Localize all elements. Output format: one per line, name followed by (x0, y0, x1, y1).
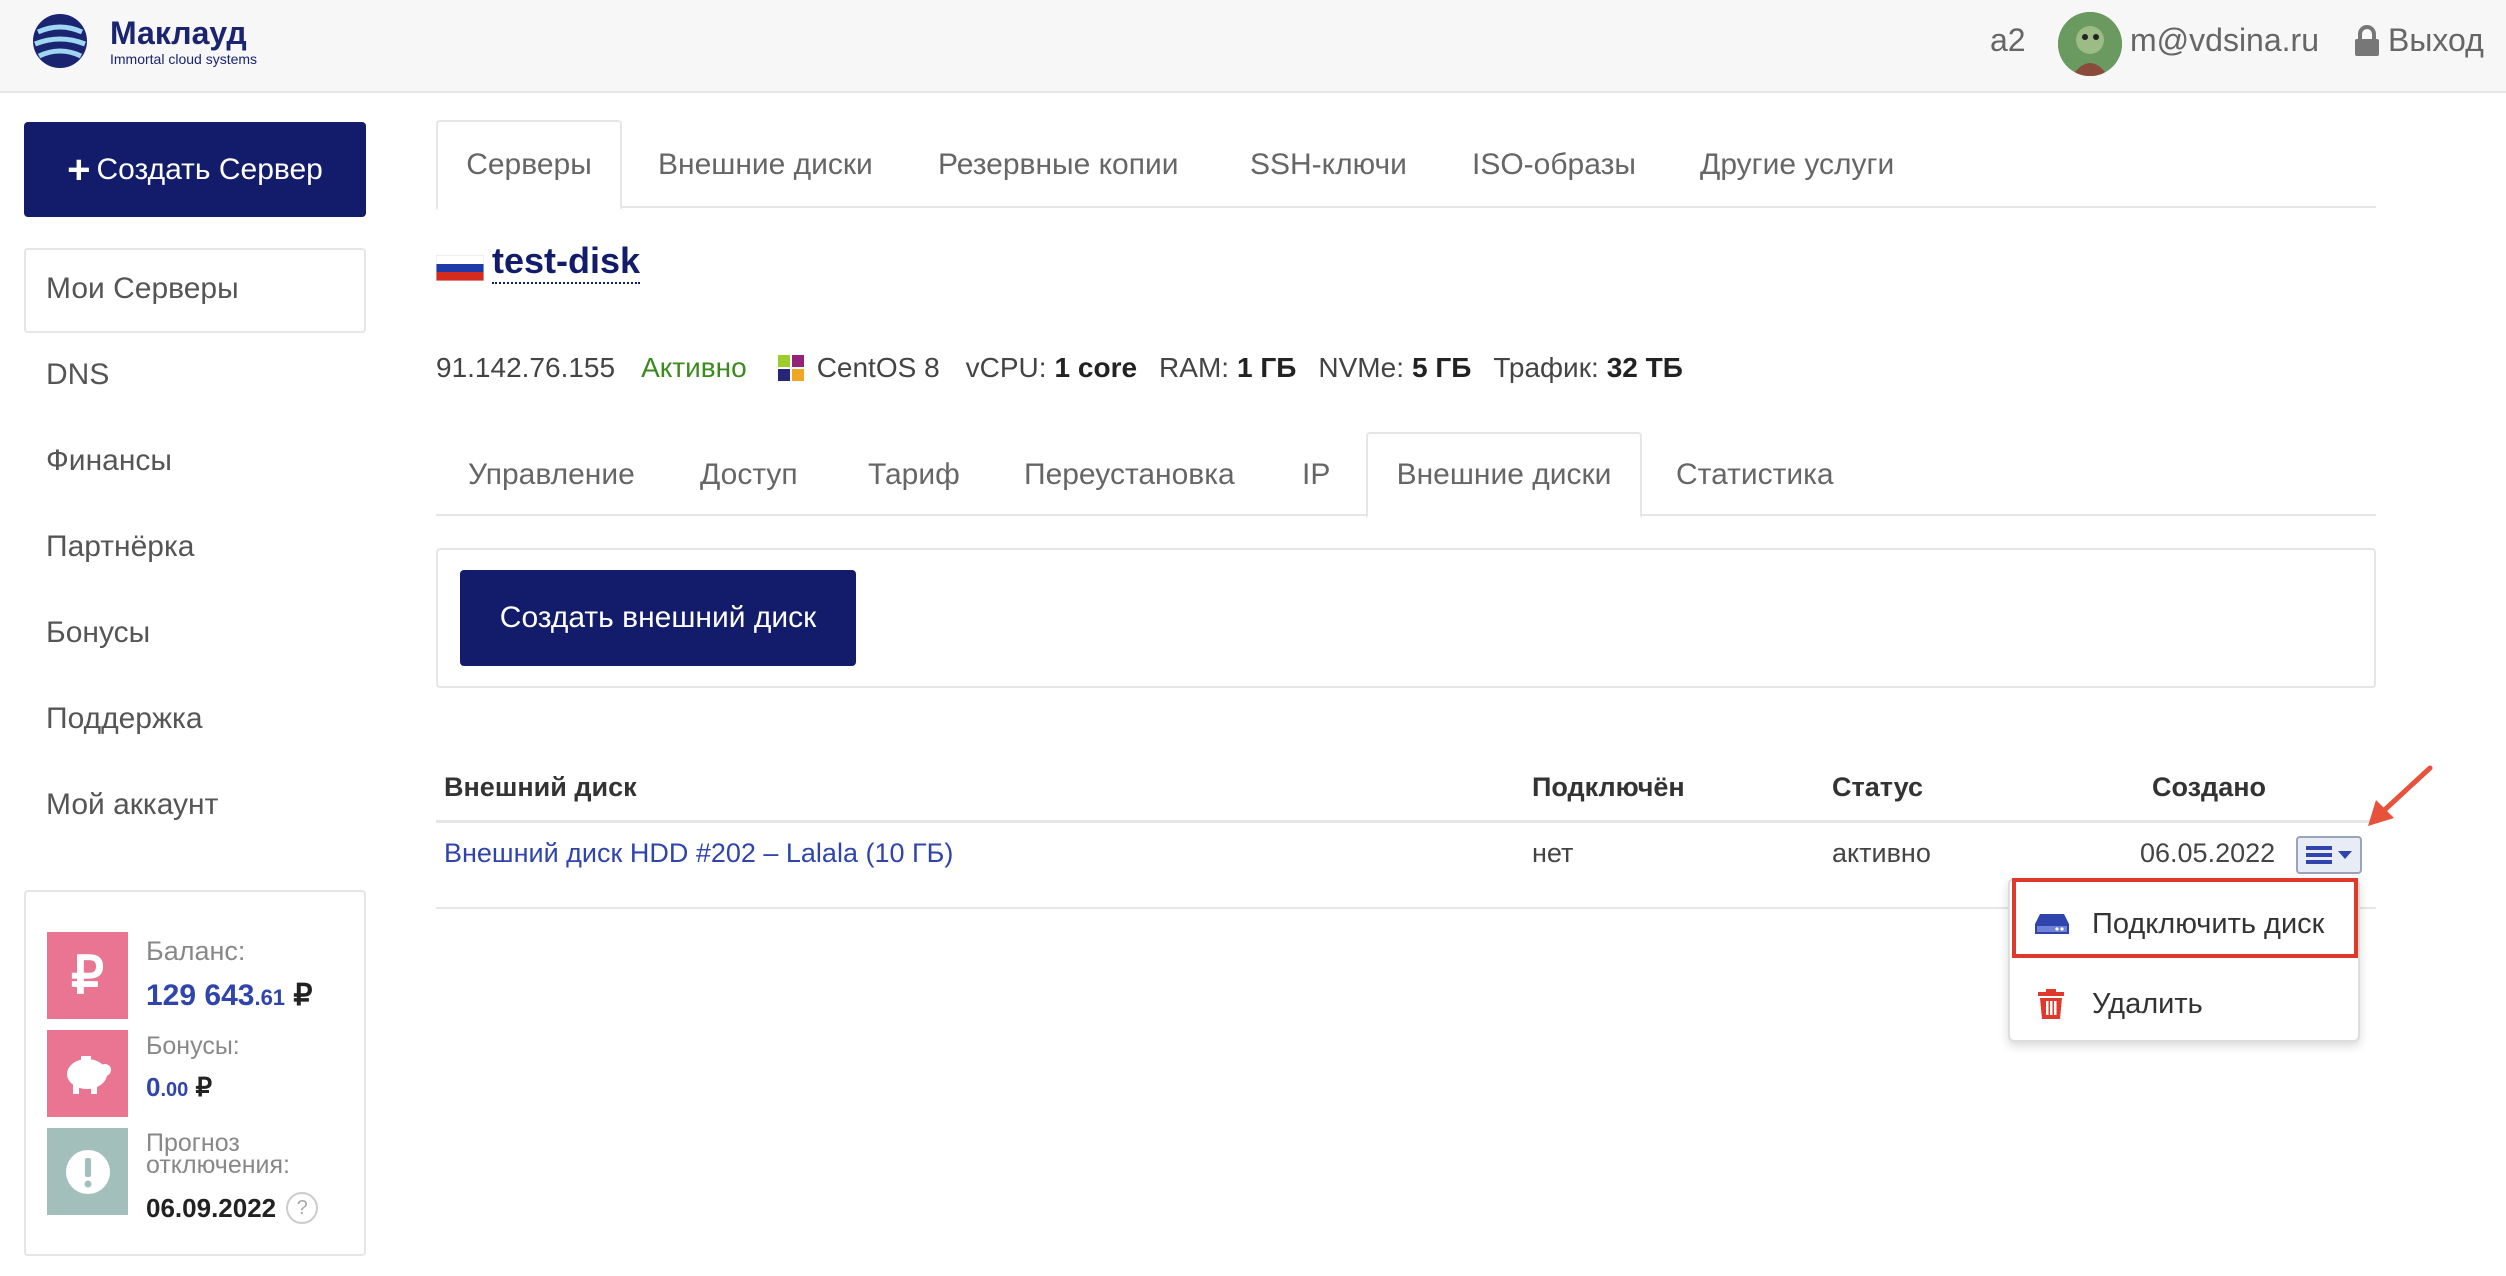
traffic-label: Трафик: (1493, 352, 1599, 383)
logo-globe-icon (33, 14, 87, 68)
balance-panel: ₽ Баланс: 129 643.61 ₽ Бонусы: 0.00 ₽ Пр… (24, 890, 366, 1256)
tab-reinstall[interactable]: Переустановка (1024, 432, 1235, 518)
top-header: Маклауд Immortal cloud systems a2 m@vdsi… (0, 0, 2506, 93)
nvme-value: 5 ГБ (1411, 352, 1472, 383)
col-header-created: Создано (2152, 772, 2267, 802)
tab-statistics[interactable]: Статистика (1676, 432, 1834, 518)
caret-down-icon (2338, 851, 2352, 859)
logout-label: Выход (2388, 22, 2484, 58)
avatar-image-icon (2058, 12, 2122, 76)
server-status: Активно (641, 352, 747, 383)
vcpu-value: 1 core (1054, 352, 1138, 383)
disk-created: 06.05.2022 (2140, 838, 2276, 868)
sidebar-item-finance[interactable]: Финансы (46, 444, 172, 478)
col-header-disk: Внешний диск (444, 772, 637, 802)
sidebar-item-my-servers[interactable]: Мои Серверы (46, 272, 239, 306)
tab-server-external-disks[interactable]: Внешние диски (1366, 432, 1642, 518)
bonus-label: Бонусы: (146, 1032, 240, 1060)
logo-tagline: Immortal cloud systems (110, 51, 258, 67)
logo-name: Маклауд (110, 15, 247, 51)
disk-name-link[interactable]: Внешний диск HDD #202 – Lalala (10 ГБ) (444, 838, 953, 869)
disk-status: активно (1832, 838, 1931, 868)
ram-value: 1 ГБ (1237, 352, 1297, 383)
piggy-bank-icon (47, 1030, 128, 1117)
logo[interactable]: Маклауд Immortal cloud systems (30, 8, 257, 74)
ram-label: RAM: (1159, 352, 1230, 383)
bonus-value: 0.00 ₽ (146, 1072, 213, 1102)
tab-backups[interactable]: Резервные копии (938, 120, 1179, 210)
main-tabs: Серверы Внешние диски Резервные копии SS… (436, 120, 2376, 210)
row-actions-menu-button[interactable] (2296, 836, 2362, 874)
help-icon[interactable]: ? (286, 1192, 319, 1224)
tab-ssh-keys[interactable]: SSH-ключи (1250, 120, 1407, 210)
ruble-icon: ₽ (47, 932, 128, 1019)
server-os: CentOS 8 (816, 352, 940, 383)
avatar[interactable] (2058, 12, 2122, 76)
lock-icon (2355, 24, 2379, 56)
plus-icon: + (67, 147, 91, 192)
tab-iso-images[interactable]: ISO-образы (1472, 120, 1636, 210)
create-server-label: Создать Сервер (96, 152, 323, 186)
vcpu-label: vCPU: (965, 352, 1047, 383)
disk-action-panel: Создать внешний диск (436, 548, 2376, 688)
centos-logo-icon (777, 355, 804, 381)
sidebar-item-bonuses[interactable]: Бонусы (46, 616, 150, 650)
create-external-disk-button[interactable]: Создать внешний диск (460, 570, 856, 666)
tab-external-disks[interactable]: Внешние диски (658, 120, 873, 210)
tab-servers[interactable]: Серверы (436, 120, 622, 210)
balance-label: Баланс: (146, 936, 246, 966)
server-ip: 91.142.76.155 (436, 352, 616, 383)
user-email[interactable]: m@vdsina.ru (2130, 22, 2319, 59)
forecast-date: 06.09.2022 ? (146, 1192, 319, 1224)
russia-flag-icon (436, 255, 484, 281)
warning-icon (47, 1128, 128, 1215)
trash-icon (2038, 989, 2064, 1019)
server-info: 91.142.76.155 Активно CentOS 8 vCPU: 1 c… (436, 352, 1683, 384)
annotation-arrow-icon (2368, 765, 2433, 826)
delete-label: Удалить (2092, 987, 2203, 1020)
traffic-value: 32 ТБ (1606, 352, 1683, 383)
server-name-link[interactable]: test-disk (492, 240, 641, 284)
attach-disk-highlight-box (2012, 878, 2358, 958)
logout-link[interactable]: Выход (2354, 22, 2484, 59)
sidebar-item-account[interactable]: Мой аккаунт (46, 788, 218, 822)
tab-access[interactable]: Доступ (700, 432, 798, 518)
hamburger-icon (2306, 846, 2332, 864)
delete-menu-item[interactable]: Удалить (2010, 966, 2362, 1042)
server-sub-tabs: Управление Доступ Тариф Переустановка IP… (436, 432, 2376, 518)
create-server-button[interactable]: + Создать Сервер (24, 122, 366, 217)
nvme-label: NVMe: (1318, 352, 1404, 383)
tab-other-services[interactable]: Другие услуги (1700, 120, 1894, 210)
sidebar-item-support[interactable]: Поддержка (46, 702, 203, 736)
col-header-status: Статус (1832, 772, 1923, 802)
forecast-label: Прогноз отключения: (146, 1129, 290, 1179)
disk-connected: нет (1532, 838, 1574, 868)
account-id[interactable]: a2 (1990, 22, 2026, 59)
sidebar-item-dns[interactable]: DNS (46, 358, 109, 392)
tab-management[interactable]: Управление (468, 432, 635, 518)
balance-value: 129 643.61 ₽ (146, 979, 313, 1012)
sidebar-item-partner[interactable]: Партнёрка (46, 530, 194, 564)
tab-tariff[interactable]: Тариф (868, 432, 960, 518)
col-header-connected: Подключён (1532, 772, 1685, 802)
tab-ip[interactable]: IP (1302, 432, 1330, 518)
